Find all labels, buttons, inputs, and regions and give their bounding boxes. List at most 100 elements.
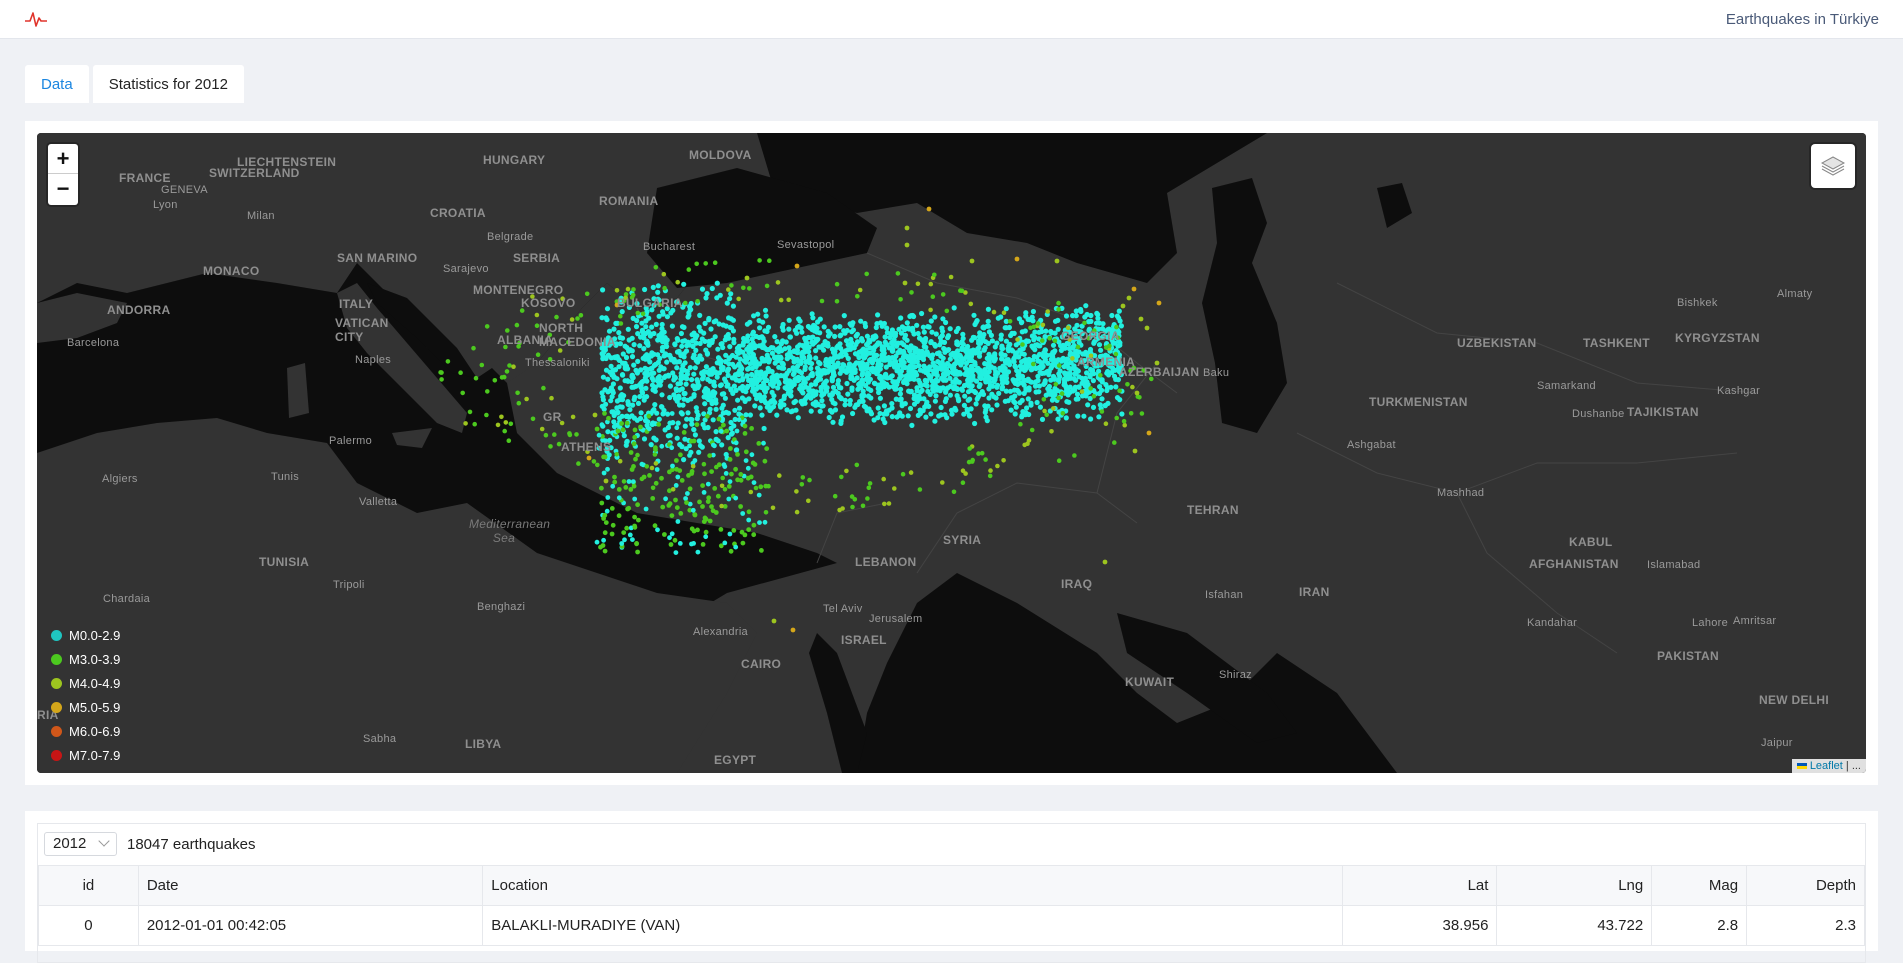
quake-marker[interactable] bbox=[1121, 418, 1127, 424]
quake-marker[interactable] bbox=[673, 386, 679, 392]
quake-marker[interactable] bbox=[726, 315, 732, 321]
quake-marker[interactable] bbox=[1086, 319, 1092, 325]
quake-marker[interactable] bbox=[635, 331, 641, 337]
quake-marker[interactable] bbox=[907, 347, 913, 353]
quake-marker[interactable] bbox=[837, 333, 843, 339]
quake-marker[interactable] bbox=[685, 410, 691, 416]
quake-marker[interactable] bbox=[639, 329, 646, 335]
quake-marker[interactable] bbox=[711, 393, 717, 399]
quake-marker[interactable] bbox=[747, 286, 752, 291]
quake-marker[interactable] bbox=[615, 409, 621, 415]
quake-marker[interactable] bbox=[1025, 441, 1030, 447]
quake-marker[interactable] bbox=[624, 378, 631, 384]
quake-marker[interactable] bbox=[1073, 308, 1079, 314]
quake-marker[interactable] bbox=[678, 330, 685, 337]
quake-marker[interactable] bbox=[628, 487, 634, 492]
quake-marker[interactable] bbox=[939, 325, 945, 331]
quake-marker[interactable] bbox=[786, 297, 791, 303]
quake-marker[interactable] bbox=[1029, 427, 1035, 433]
quake-marker[interactable] bbox=[1019, 350, 1025, 357]
quake-marker[interactable] bbox=[669, 411, 675, 416]
quake-marker[interactable] bbox=[818, 388, 824, 394]
quake-marker[interactable] bbox=[839, 474, 844, 480]
quake-marker[interactable] bbox=[917, 407, 923, 413]
quake-marker[interactable] bbox=[630, 537, 635, 542]
quake-marker[interactable] bbox=[718, 428, 724, 434]
quake-marker[interactable] bbox=[1012, 393, 1018, 399]
quake-marker[interactable] bbox=[691, 371, 697, 377]
quake-marker[interactable] bbox=[632, 514, 637, 520]
quake-marker[interactable] bbox=[1052, 338, 1058, 344]
quake-marker[interactable] bbox=[772, 399, 778, 406]
quake-marker[interactable] bbox=[705, 481, 711, 487]
quake-marker[interactable] bbox=[1038, 362, 1045, 368]
quake-marker[interactable] bbox=[1056, 377, 1062, 383]
quake-marker[interactable] bbox=[977, 350, 983, 356]
quake-marker[interactable] bbox=[881, 476, 886, 482]
quake-marker[interactable] bbox=[659, 348, 665, 354]
quake-marker[interactable] bbox=[770, 505, 776, 511]
quake-marker[interactable] bbox=[806, 387, 812, 393]
quake-marker[interactable] bbox=[781, 365, 787, 371]
quake-marker[interactable] bbox=[467, 409, 473, 415]
quake-marker[interactable] bbox=[675, 279, 680, 285]
quake-marker[interactable] bbox=[864, 333, 871, 339]
quake-marker[interactable] bbox=[850, 504, 855, 510]
quake-marker[interactable] bbox=[653, 461, 659, 466]
quake-marker[interactable] bbox=[764, 347, 770, 353]
quake-marker[interactable] bbox=[1056, 300, 1061, 306]
quake-marker[interactable] bbox=[736, 405, 743, 411]
quake-marker[interactable] bbox=[619, 404, 625, 410]
quake-marker[interactable] bbox=[882, 339, 888, 345]
quake-marker[interactable] bbox=[683, 496, 688, 501]
quake-marker[interactable] bbox=[676, 348, 682, 354]
quake-marker[interactable] bbox=[757, 520, 762, 525]
quake-marker[interactable] bbox=[1012, 411, 1018, 417]
quake-marker[interactable] bbox=[700, 542, 706, 547]
quake-marker[interactable] bbox=[989, 391, 995, 397]
quake-marker[interactable] bbox=[892, 386, 898, 392]
quake-marker[interactable] bbox=[794, 356, 800, 362]
quake-marker[interactable] bbox=[866, 485, 872, 491]
quake-marker[interactable] bbox=[650, 485, 656, 491]
quake-marker[interactable] bbox=[642, 286, 648, 293]
quake-marker[interactable] bbox=[601, 537, 606, 543]
quake-marker[interactable] bbox=[617, 385, 623, 391]
quake-marker[interactable] bbox=[1098, 347, 1104, 353]
quake-marker[interactable] bbox=[605, 495, 611, 500]
quake-marker[interactable] bbox=[1019, 414, 1025, 420]
quake-marker[interactable] bbox=[669, 513, 675, 518]
quake-marker[interactable] bbox=[969, 258, 975, 264]
quake-marker[interactable] bbox=[708, 326, 714, 332]
quake-marker[interactable] bbox=[660, 504, 666, 510]
quake-marker[interactable] bbox=[897, 375, 903, 381]
quake-marker[interactable] bbox=[734, 428, 740, 434]
quake-marker[interactable] bbox=[908, 352, 915, 358]
quake-marker[interactable] bbox=[922, 404, 928, 410]
quake-marker[interactable] bbox=[584, 291, 590, 297]
quake-marker[interactable] bbox=[691, 393, 697, 399]
quake-marker[interactable] bbox=[806, 353, 813, 359]
quake-marker[interactable] bbox=[919, 387, 925, 393]
quake-marker[interactable] bbox=[1003, 325, 1010, 331]
quake-marker[interactable] bbox=[530, 416, 536, 422]
quake-marker[interactable] bbox=[830, 370, 837, 376]
quake-marker[interactable] bbox=[599, 422, 605, 428]
quake-marker[interactable] bbox=[768, 345, 775, 351]
quake-marker[interactable] bbox=[1013, 404, 1019, 410]
quake-marker[interactable] bbox=[755, 377, 761, 383]
quake-marker[interactable] bbox=[1084, 379, 1090, 385]
quake-marker[interactable] bbox=[1059, 391, 1065, 396]
quake-marker[interactable] bbox=[1144, 325, 1150, 331]
quake-marker[interactable] bbox=[1057, 368, 1063, 374]
quake-marker[interactable] bbox=[1063, 313, 1070, 319]
quake-marker[interactable] bbox=[656, 422, 662, 427]
quake-marker[interactable] bbox=[944, 347, 950, 353]
quake-marker[interactable] bbox=[889, 327, 896, 333]
quake-marker[interactable] bbox=[654, 467, 660, 472]
quake-marker[interactable] bbox=[631, 441, 637, 447]
quake-marker[interactable] bbox=[1014, 368, 1020, 374]
quake-marker[interactable] bbox=[998, 350, 1004, 357]
pulse-logo-icon[interactable] bbox=[24, 10, 48, 28]
quake-marker[interactable] bbox=[700, 483, 705, 488]
